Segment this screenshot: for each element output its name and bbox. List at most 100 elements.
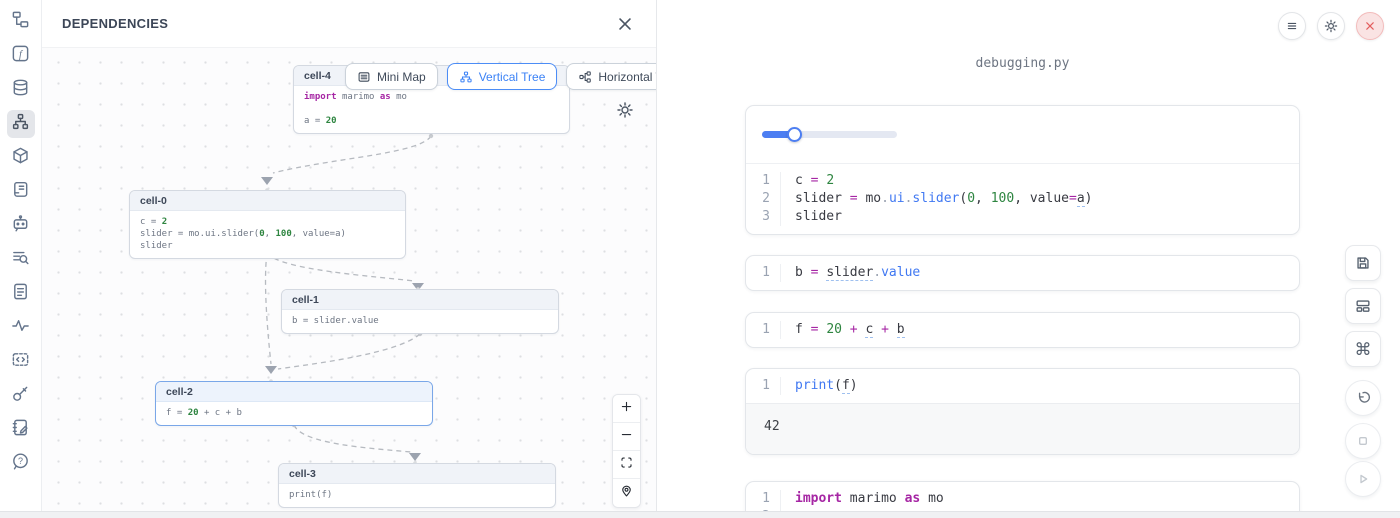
scratchpad-icon	[11, 418, 30, 442]
dependencies-panel-main: DEPENDENCIES	[42, 0, 656, 511]
code-token: 0	[967, 191, 975, 206]
line-number: 1	[746, 172, 780, 190]
fit-view-button[interactable]	[613, 451, 640, 479]
graph-node-cell-3[interactable]: cell-3print(f)	[278, 463, 556, 508]
sidebar-item-package[interactable]	[7, 144, 35, 172]
print-cell[interactable]: 1print(f)42	[745, 368, 1300, 455]
sidebar-item-scratchpad[interactable]	[7, 416, 35, 444]
vertical-tree-icon	[459, 70, 473, 84]
slider-widget[interactable]	[762, 127, 897, 142]
code-token: + c + b	[199, 408, 242, 418]
code-token: print	[795, 378, 834, 393]
slider-thumb[interactable]	[787, 127, 802, 142]
code-token: slider	[826, 265, 873, 281]
code-token: .	[873, 265, 881, 280]
code-token: 20	[826, 322, 842, 337]
code-token: import	[795, 491, 842, 506]
slider-cell[interactable]: 1c = 22slider = mo.ui.slider(0, 100, val…	[745, 105, 1300, 235]
save-button[interactable]	[1345, 245, 1381, 281]
code-line: 1print(f)	[746, 377, 1299, 395]
graph-node-code: f = 20 + c + b	[156, 402, 432, 425]
sidebar-item-scroll[interactable]	[7, 178, 35, 206]
dependencies-header: DEPENDENCIES	[42, 0, 656, 48]
zoom-in-button[interactable]	[613, 395, 640, 423]
menu-button[interactable]	[1278, 12, 1306, 40]
close-button[interactable]	[1356, 12, 1384, 40]
sidebar-item-chat-bot[interactable]	[7, 212, 35, 240]
b-cell[interactable]: 1b = slider.value	[745, 255, 1300, 291]
undo-icon	[1354, 389, 1372, 407]
code-token: 2	[826, 173, 834, 188]
line-number: 2	[746, 190, 780, 208]
scroll-icon	[11, 180, 30, 204]
graph-code-line: slider = mo.ui.slider(0, 100, value=a)	[140, 228, 395, 240]
code-editor[interactable]: 1b = slider.value	[746, 256, 1299, 290]
sidebar-item-search-logs[interactable]	[7, 246, 35, 274]
code-token: marimo	[342, 92, 375, 102]
vertical-tree-label: Vertical Tree	[479, 70, 546, 84]
sidebar-item-database[interactable]	[7, 76, 35, 104]
sidebar-item-help[interactable]: ?	[7, 450, 35, 478]
sidebar-item-key[interactable]	[7, 382, 35, 410]
code-token: mo	[396, 92, 407, 102]
code-editor[interactable]: 1print(f)	[746, 369, 1299, 403]
zoom-controls	[612, 394, 641, 508]
sidebar-item-activity-pulse[interactable]	[7, 314, 35, 342]
code-token: mo	[928, 491, 944, 506]
code-editor[interactable]: 1c = 22slider = mo.ui.slider(0, 100, val…	[746, 164, 1299, 234]
graph-node-cell-0[interactable]: cell-0c = 2slider = mo.ui.slider(0, 100,…	[129, 190, 406, 259]
locate-pin-button[interactable]	[613, 479, 640, 507]
code-token	[897, 491, 905, 506]
minimap-button[interactable]: Mini Map	[345, 63, 438, 90]
line-content: c = 2	[780, 172, 1299, 190]
fit-view-icon	[619, 455, 634, 475]
vertical-tree-button[interactable]: Vertical Tree	[447, 63, 558, 90]
close-panel-icon[interactable]	[614, 13, 636, 35]
dependency-graph-canvas[interactable]: cell-4import marimo as moa = 20cell-0c =…	[42, 48, 656, 511]
code-line: 1c = 2	[746, 172, 1299, 190]
line-content: print(f)	[780, 377, 1299, 395]
code-line: 1import marimo as mo	[746, 490, 1299, 508]
code-token: marimo	[850, 491, 897, 506]
code-token: , value=a)	[292, 229, 346, 239]
dependency-graph-icon	[11, 112, 30, 136]
undo-button[interactable]	[1345, 380, 1381, 416]
code-token: ,	[1014, 191, 1030, 206]
line-number: 1	[746, 321, 780, 339]
code-token	[842, 191, 850, 206]
page-bottom-edge	[0, 511, 1400, 518]
code-token: f	[842, 378, 850, 394]
line-number: 1	[746, 490, 780, 508]
settings-button[interactable]	[1317, 12, 1345, 40]
code-token: mo	[865, 191, 881, 206]
line-content: f = 20 + c + b	[780, 321, 1299, 339]
run-play-button	[1345, 461, 1381, 497]
code-token: value	[881, 265, 920, 280]
code-editor[interactable]: 1f = 20 + c + b	[746, 313, 1299, 347]
graph-code-line: b = slider.value	[292, 315, 548, 327]
sidebar-item-dependency-graph[interactable]	[7, 110, 35, 138]
code-token	[889, 322, 897, 337]
layout-panels-button[interactable]	[1345, 288, 1381, 324]
graph-node-cell-1[interactable]: cell-1b = slider.value	[281, 289, 559, 334]
command-key-button[interactable]: ⌘	[1345, 331, 1381, 367]
stop-icon	[1354, 432, 1372, 450]
graph-code-line	[304, 103, 559, 115]
close-icon	[1362, 18, 1378, 34]
code-token: (	[834, 378, 842, 393]
sidebar-item-file-tree[interactable]	[7, 8, 35, 36]
graph-settings-icon[interactable]	[615, 100, 637, 122]
zoom-out-button[interactable]	[613, 423, 640, 451]
sidebar-item-document[interactable]	[7, 280, 35, 308]
code-line: 1b = slider.value	[746, 264, 1299, 282]
sidebar-item-function-square[interactable]: f	[7, 42, 35, 70]
code-token: print(f)	[289, 490, 332, 500]
key-icon	[11, 384, 30, 408]
graph-view-toolbar: Mini Map Vertical Tree Horizontal Tree	[345, 63, 656, 90]
f-cell[interactable]: 1f = 20 + c + b	[745, 312, 1300, 348]
svg-text:?: ?	[18, 456, 23, 466]
graph-node-cell-2[interactable]: cell-2f = 20 + c + b	[155, 381, 433, 426]
minimap-label: Mini Map	[377, 70, 426, 84]
sidebar-item-code-snippet[interactable]	[7, 348, 35, 376]
horizontal-tree-button[interactable]: Horizontal Tree	[566, 63, 656, 90]
